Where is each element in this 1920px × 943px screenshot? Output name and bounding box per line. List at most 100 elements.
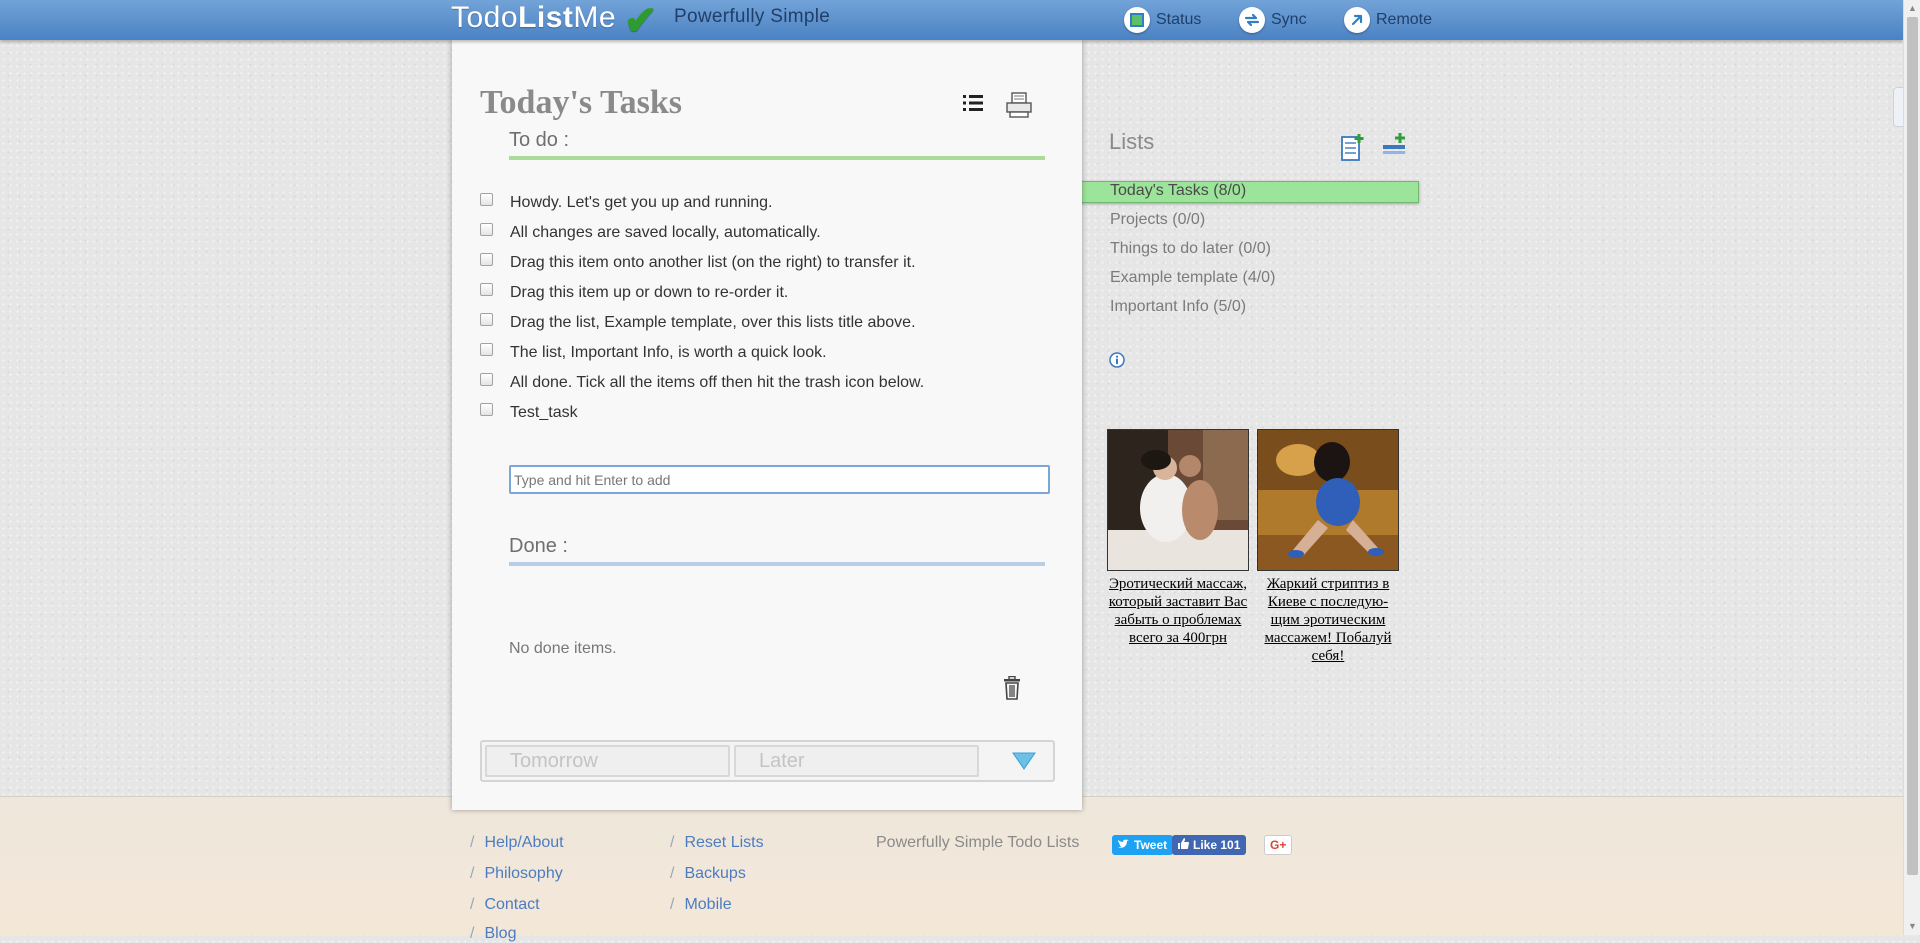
tweet-label: Tweet (1134, 838, 1168, 852)
add-category-icon[interactable] (1382, 132, 1408, 163)
task-panel: Today's Tasks To do : Howdy. Let's get y… (452, 40, 1082, 810)
footer-link-reset-lists[interactable]: / Reset Lists (670, 834, 764, 852)
logo-text-light: Todo (451, 1, 519, 34)
task-text: Test_task (510, 404, 578, 421)
info-icon[interactable] (1109, 352, 1125, 373)
footer-link-label: Mobile (684, 896, 732, 913)
thumbs-up-icon (1178, 838, 1189, 852)
task-checkbox[interactable] (480, 192, 493, 206)
page-scrollbar[interactable]: ▲ ▼ (1903, 0, 1920, 935)
footer-link-philosophy[interactable]: / Philosophy (470, 865, 563, 883)
footer (0, 796, 1903, 935)
list-tabs: Tomorrow Later (480, 740, 1055, 782)
task-item[interactable]: Test_task (480, 398, 1060, 428)
slash-icon: / (670, 896, 675, 913)
footer-link-label: Contact (484, 896, 540, 913)
footer-link-help[interactable]: / Help/About (470, 834, 564, 852)
header-tagline: Powerfully Simple (674, 6, 831, 27)
ad-block[interactable]: Жаркий стриптиз в Киеве с последую-щим э… (1257, 429, 1399, 665)
remote-label: Remote (1376, 11, 1433, 28)
logo-text-tail: Me (573, 1, 617, 34)
task-text: All changes are saved locally, automatic… (510, 224, 821, 241)
slash-icon: / (470, 925, 475, 942)
status-label: Status (1156, 11, 1202, 28)
task-checkbox[interactable] (480, 282, 493, 296)
dropdown-arrow-icon[interactable] (1012, 752, 1036, 775)
task-checkbox[interactable] (480, 402, 493, 416)
remote-icon (1344, 7, 1370, 33)
lists-title: Lists (1109, 129, 1155, 154)
task-item[interactable]: Drag this item up or down to re-order it… (480, 278, 1060, 308)
task-item[interactable]: Drag this item onto another list (on the… (480, 248, 1060, 278)
tab-tomorrow[interactable]: Tomorrow (485, 745, 730, 777)
remote-nav[interactable]: Remote (1344, 5, 1432, 35)
task-item[interactable]: Howdy. Let's get you up and running. (480, 188, 1060, 218)
task-item[interactable]: All done. Tick all the items off then hi… (480, 368, 1060, 398)
list-view-icon[interactable] (962, 92, 984, 119)
footer-link-backups[interactable]: / Backups (670, 865, 746, 883)
add-task-input[interactable] (509, 465, 1050, 494)
scroll-thumb[interactable] (1907, 17, 1918, 875)
sync-label: Sync (1271, 11, 1307, 28)
task-text: Drag the list, Example template, over th… (510, 314, 916, 331)
todo-divider (509, 156, 1045, 160)
slash-icon: / (470, 896, 475, 913)
ad-block[interactable]: Эротический массаж, который заставит Вас… (1107, 429, 1249, 647)
google-plus-button[interactable]: G+ (1264, 835, 1293, 855)
logo-text-bold: List (518, 1, 574, 34)
page-title: Today's Tasks (480, 84, 682, 121)
done-divider (509, 562, 1045, 566)
list-item-todays-tasks[interactable]: Today's Tasks (8/0) (1110, 182, 1246, 200)
task-text: The list, Important Info, is worth a qui… (510, 344, 827, 361)
top-bar: TodoListMe ✔ Powerfully Simple Status Sy… (0, 0, 1903, 43)
footer-link-label: Philosophy (484, 865, 563, 882)
list-item-example-template[interactable]: Example template (4/0) (1110, 269, 1275, 287)
done-heading: Done : (509, 535, 568, 557)
list-item-important-info[interactable]: Important Info (5/0) (1110, 298, 1246, 316)
todo-heading: To do : (509, 129, 570, 151)
add-list-icon[interactable] (1340, 132, 1366, 167)
status-nav[interactable]: Status (1124, 5, 1201, 35)
footer-link-blog[interactable]: / Blog (470, 925, 516, 943)
slash-icon: / (470, 865, 475, 882)
task-checkbox[interactable] (480, 342, 493, 356)
scroll-up-icon[interactable]: ▲ (1908, 3, 1917, 13)
scroll-down-icon[interactable]: ▼ (1908, 921, 1917, 931)
ad-caption[interactable]: Жаркий стриптиз в Киеве с последую-щим э… (1257, 575, 1399, 665)
footer-link-contact[interactable]: / Contact (470, 896, 540, 914)
like-button[interactable]: Like 101 (1172, 835, 1247, 855)
sync-nav[interactable]: Sync (1239, 5, 1307, 35)
task-list: Howdy. Let's get you up and running. All… (480, 188, 1060, 428)
task-item[interactable]: All changes are saved locally, automatic… (480, 218, 1060, 248)
logo-check-icon: ✔ (624, 0, 658, 43)
print-icon[interactable] (1005, 92, 1033, 123)
footer-tagline: Powerfully Simple Todo Lists (876, 834, 1080, 851)
list-item-things-later[interactable]: Things to do later (0/0) (1110, 240, 1271, 258)
task-checkbox[interactable] (480, 252, 493, 266)
slash-icon: / (670, 865, 675, 882)
footer-link-label: Backups (684, 865, 746, 882)
task-item[interactable]: The list, Important Info, is worth a qui… (480, 338, 1060, 368)
trash-icon[interactable] (1003, 675, 1021, 705)
app-logo[interactable]: TodoListMe (451, 1, 616, 35)
ad-caption[interactable]: Эротический массаж, который заставит Вас… (1107, 575, 1249, 647)
task-item[interactable]: Drag the list, Example template, over th… (480, 308, 1060, 338)
footer-link-mobile[interactable]: / Mobile (670, 896, 732, 914)
no-done-message: No done items. (509, 640, 617, 657)
footer-link-label: Blog (484, 925, 517, 942)
slash-icon: / (470, 834, 475, 851)
task-checkbox[interactable] (480, 222, 493, 236)
task-text: Drag this item up or down to re-order it… (510, 284, 789, 301)
ad-image[interactable] (1257, 429, 1399, 571)
status-icon (1124, 7, 1150, 33)
like-label: Like 101 (1193, 838, 1241, 852)
tweet-button[interactable]: Tweet (1112, 835, 1174, 855)
task-text: Howdy. Let's get you up and running. (510, 194, 773, 211)
ad-image[interactable] (1107, 429, 1249, 571)
footer-link-label: Reset Lists (684, 834, 764, 851)
sync-icon (1239, 7, 1265, 33)
task-checkbox[interactable] (480, 312, 493, 326)
list-item-projects[interactable]: Projects (0/0) (1110, 211, 1205, 229)
task-checkbox[interactable] (480, 372, 493, 386)
tab-later[interactable]: Later (734, 745, 979, 777)
